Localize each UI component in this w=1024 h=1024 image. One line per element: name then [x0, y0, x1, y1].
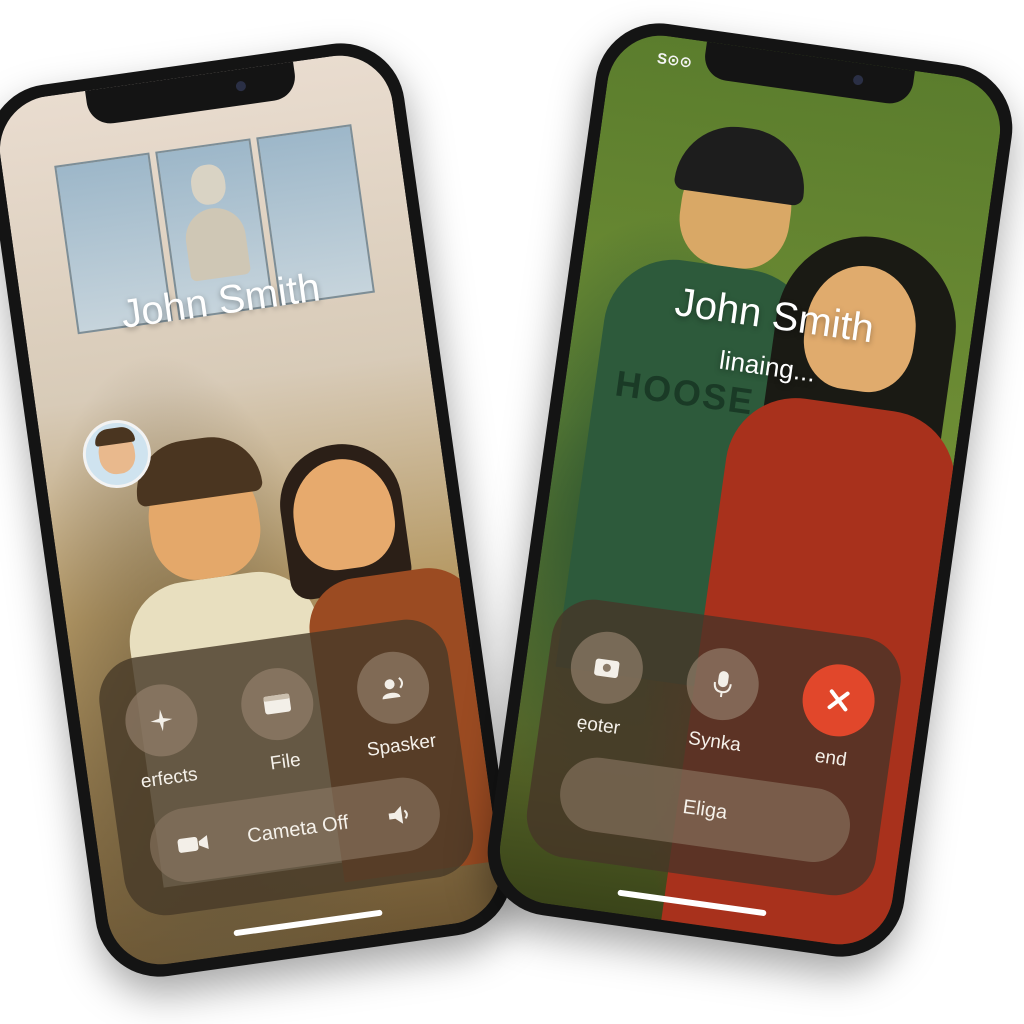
speaker-control[interactable]: Spasker	[339, 645, 453, 764]
first-control[interactable]: ẹoter	[547, 625, 661, 744]
effects-control[interactable]: erfects	[107, 678, 221, 797]
home-indicator[interactable]	[233, 909, 383, 937]
left-phone-screen: John Smith erfects File Spasker Cameta O…	[0, 48, 508, 972]
buddha-statue-image	[176, 161, 252, 288]
file-icon	[263, 693, 292, 715]
status-bar-text: S⊙⊙	[655, 49, 694, 72]
right-phone-screen: S⊙⊙ HOOSE John Smith linaing... ẹoter Sy…	[492, 28, 1008, 952]
effects-label: erfects	[139, 763, 199, 793]
call-controls-row: ẹoter Synka end	[539, 624, 902, 778]
bottom-pill-label: Eliga	[681, 795, 729, 824]
right-phone: S⊙⊙ HOOSE John Smith linaing... ẹoter Sy…	[479, 15, 1021, 965]
close-icon	[827, 689, 850, 712]
end-call-control[interactable]: end	[780, 658, 894, 777]
speaker-label: Spasker	[365, 730, 438, 761]
file-control[interactable]: File	[223, 661, 337, 780]
camera-off-label: Cameta Off	[245, 810, 350, 847]
first-control-label: ẹoter	[575, 712, 622, 740]
video-camera-icon	[177, 835, 209, 853]
volume-icon	[388, 805, 408, 824]
mic-control[interactable]: Synka	[663, 641, 777, 760]
person-speaker-icon	[382, 677, 404, 700]
photo-icon	[593, 658, 620, 678]
end-label: end	[813, 745, 848, 771]
call-controls-row: erfects File Spasker	[98, 644, 461, 798]
call-controls-panel: ẹoter Synka end Eliga	[521, 594, 907, 901]
front-camera	[852, 74, 864, 86]
notch	[701, 41, 915, 107]
first-control-button[interactable]	[565, 627, 648, 709]
bottom-pill-button[interactable]: Eliga	[555, 752, 855, 867]
mic-label: Synka	[686, 727, 743, 757]
front-camera	[235, 80, 247, 92]
end-call-button[interactable]	[798, 659, 880, 742]
avatar-face-image	[96, 431, 138, 477]
sparkle-icon	[150, 709, 172, 732]
file-label: File	[268, 749, 303, 775]
speaker-button[interactable]	[352, 647, 435, 729]
file-button[interactable]	[236, 663, 318, 745]
call-controls-panel: erfects File Spasker Cameta Off	[93, 614, 479, 921]
effects-button[interactable]	[120, 679, 202, 762]
mic-button[interactable]	[682, 643, 764, 725]
notch	[85, 61, 299, 127]
camera-off-button[interactable]: Cameta Off	[145, 772, 445, 887]
microphone-icon	[713, 671, 732, 698]
left-phone: John Smith erfects File Spasker Cameta O…	[0, 35, 521, 985]
